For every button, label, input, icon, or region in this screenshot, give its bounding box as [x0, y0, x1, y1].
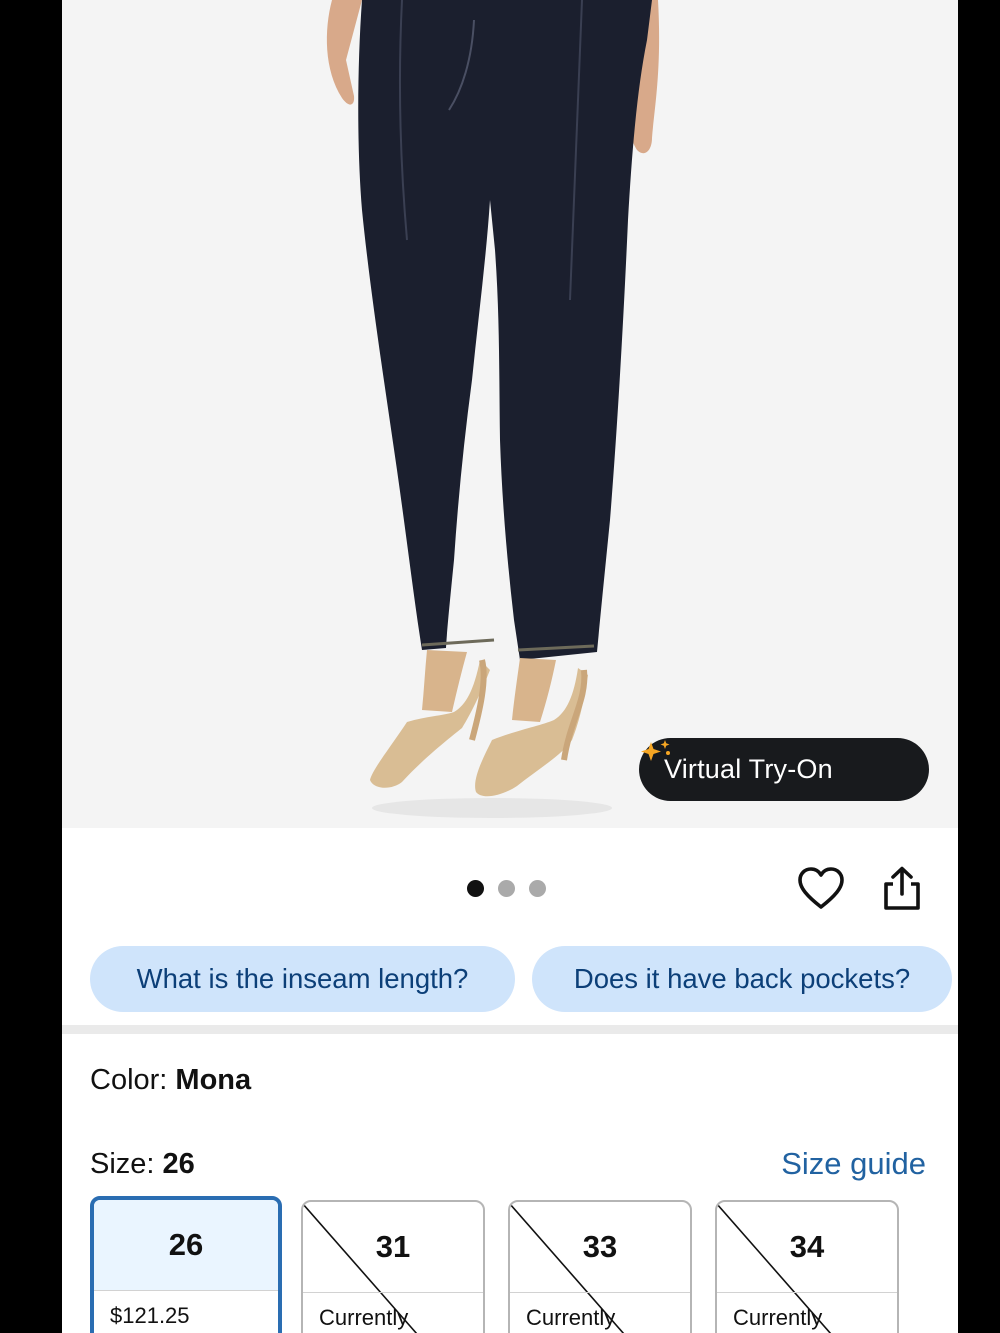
share-icon [884, 866, 920, 910]
size-option-33[interactable]: 33 Currently [508, 1200, 692, 1333]
size-option-value: 34 [717, 1202, 897, 1293]
size-value: 26 [162, 1148, 195, 1180]
size-option-value: 33 [510, 1202, 690, 1293]
question-chip-back-pockets[interactable]: Does it have back pockets? [532, 946, 952, 1012]
carousel-dot-3[interactable] [529, 880, 546, 897]
color-selection: Color: Mona [90, 1064, 251, 1097]
size-option-26[interactable]: 26 $121.25 [90, 1196, 282, 1333]
size-option-value: 31 [303, 1202, 483, 1293]
size-guide-link[interactable]: Size guide [781, 1146, 926, 1182]
share-button[interactable] [881, 866, 923, 912]
color-label: Color: [90, 1064, 176, 1096]
product-screen: Virtual Try-On What is the inseam length… [62, 0, 958, 1333]
size-option-price: $121.25 [110, 1303, 190, 1328]
carousel-indicator[interactable] [467, 880, 546, 897]
size-option-availability: Currently [319, 1305, 409, 1330]
virtual-try-on-label: Virtual Try-On [664, 754, 833, 784]
color-value: Mona [175, 1064, 252, 1096]
size-option-31[interactable]: 31 Currently [301, 1200, 485, 1333]
carousel-dot-1[interactable] [467, 880, 484, 897]
heart-icon [798, 867, 844, 909]
size-option-value: 26 [94, 1200, 278, 1291]
size-selection: Size: 26 [90, 1148, 195, 1181]
question-chip-inseam[interactable]: What is the inseam length? [90, 946, 515, 1012]
size-option-availability: Currently [526, 1305, 616, 1330]
section-divider [62, 1025, 958, 1034]
virtual-try-on-button[interactable]: Virtual Try-On [639, 738, 929, 801]
size-option-34[interactable]: 34 Currently [715, 1200, 899, 1333]
add-to-list-button[interactable] [797, 866, 845, 912]
product-image[interactable]: Virtual Try-On [62, 0, 958, 828]
carousel-dot-2[interactable] [498, 880, 515, 897]
jeans-photo [326, 0, 660, 818]
size-option-availability: Currently [733, 1305, 823, 1330]
size-label: Size: [90, 1148, 163, 1180]
